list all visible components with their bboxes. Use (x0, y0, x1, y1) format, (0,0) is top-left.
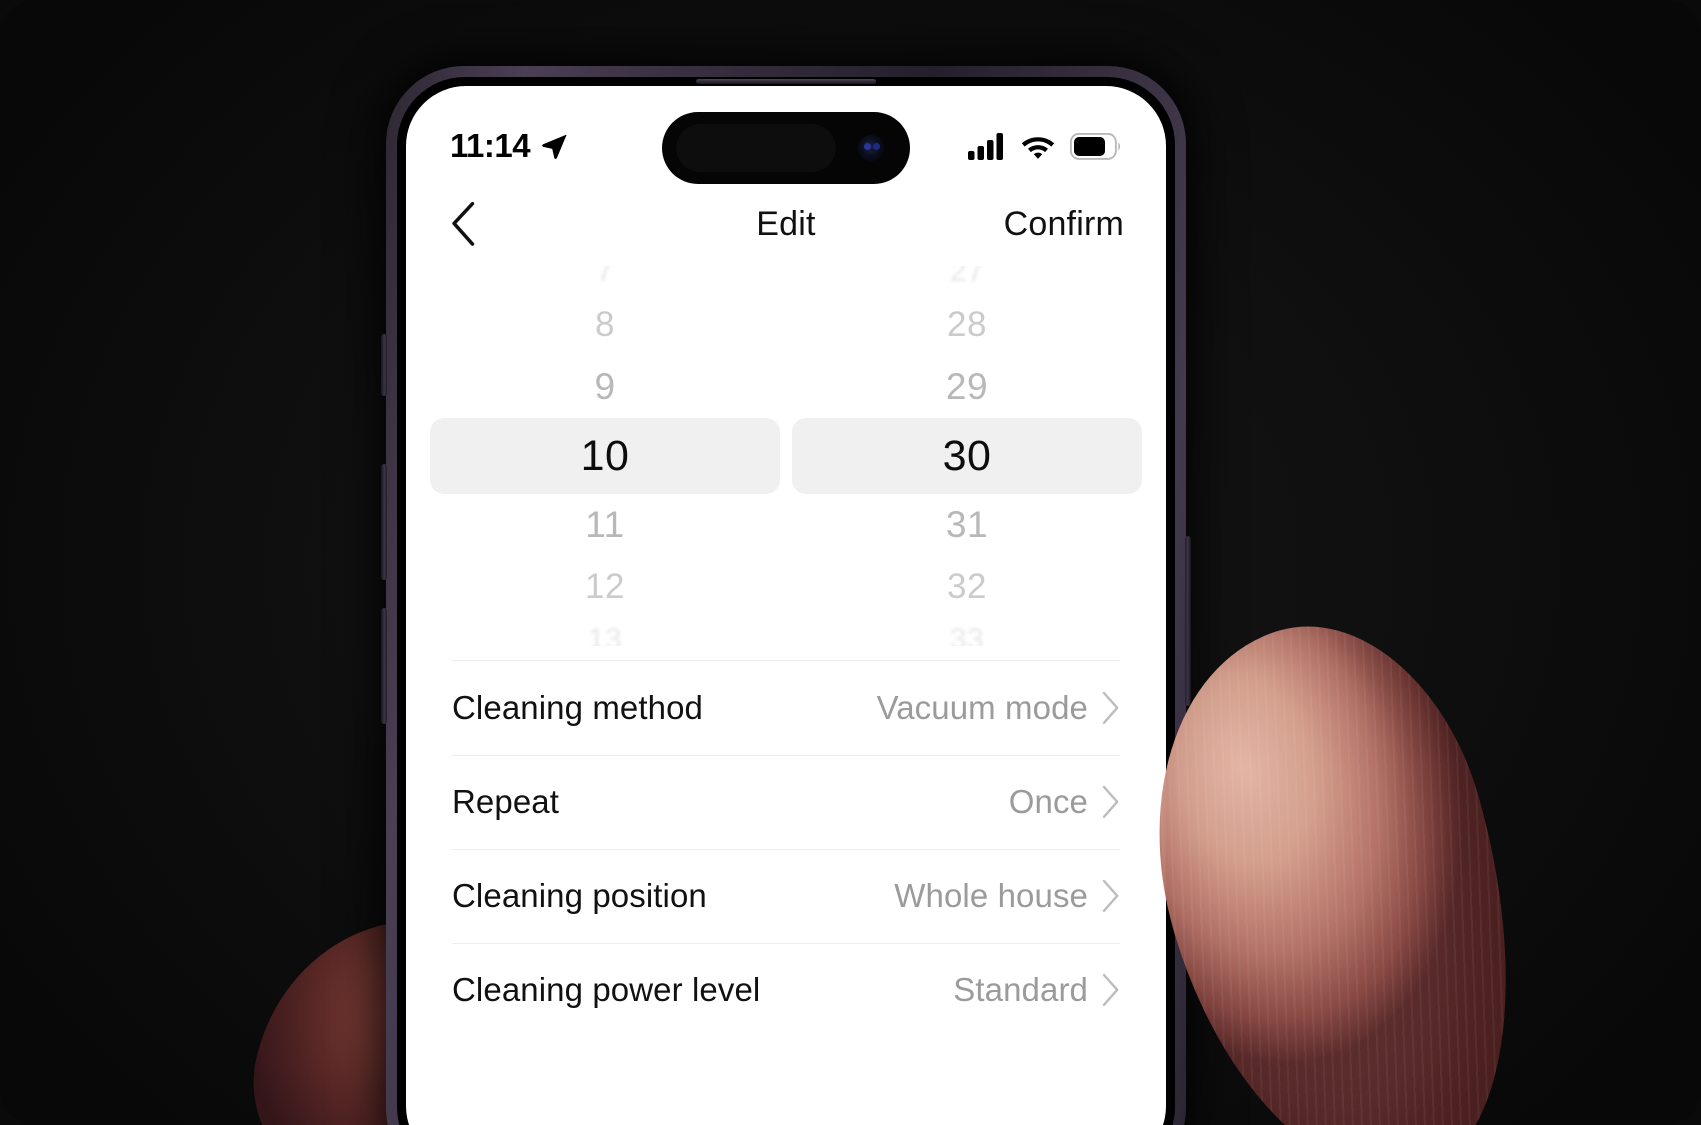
chevron-right-icon (1102, 785, 1119, 818)
status-time: 11:14 (450, 127, 531, 164)
hour-option-selected[interactable]: 10 (424, 418, 786, 494)
row-cleaning-power-level[interactable]: Cleaning power level Standard (452, 943, 1120, 1037)
minute-option[interactable]: 31 (786, 494, 1148, 556)
row-label: Cleaning power level (452, 971, 761, 1008)
scene: 11:14 Edit Confirm 7 8 9 10 11 12 13 27 … (0, 0, 1701, 1125)
row-value: Standard (953, 971, 1088, 1008)
hour-wheel[interactable]: 7 8 9 10 11 12 13 (424, 266, 786, 646)
hour-option[interactable]: 11 (424, 494, 786, 556)
status-bar-left: 11:14 (450, 127, 569, 165)
row-right: Once (1009, 783, 1120, 821)
time-picker: 7 8 9 10 11 12 13 27 28 29 30 31 32 33 (406, 266, 1166, 646)
hour-option[interactable]: 7 (424, 266, 786, 294)
settings-list: Cleaning method Vacuum mode Repeat Once (406, 660, 1166, 1037)
row-repeat[interactable]: Repeat Once (452, 755, 1120, 849)
minute-wheel-list: 27 28 29 30 31 32 33 (786, 266, 1148, 646)
row-label: Repeat (452, 783, 560, 820)
row-cleaning-position[interactable]: Cleaning position Whole house (452, 849, 1120, 943)
minute-option[interactable]: 29 (786, 356, 1148, 418)
row-cleaning-method[interactable]: Cleaning method Vacuum mode (452, 661, 1120, 755)
battery-icon (1070, 132, 1121, 160)
row-value: Vacuum mode (876, 689, 1088, 726)
row-value: Once (1008, 783, 1088, 820)
status-bar-right (968, 132, 1122, 160)
location-arrow-icon (542, 134, 567, 159)
row-right: Whole house (894, 877, 1120, 915)
status-bar: 11:14 (406, 86, 1166, 184)
minute-option[interactable]: 27 (786, 266, 1148, 294)
silent-switch[interactable] (381, 334, 387, 396)
minute-option-selected[interactable]: 30 (786, 418, 1148, 494)
volume-down-button[interactable] (381, 608, 387, 724)
hour-wheel-list: 7 8 9 10 11 12 13 (424, 266, 786, 646)
volume-up-button[interactable] (381, 464, 387, 580)
earpiece-speaker (696, 79, 876, 84)
phone-screen: 11:14 Edit Confirm 7 8 9 10 11 12 13 27 … (406, 86, 1166, 1125)
phone-bezel: 11:14 Edit Confirm 7 8 9 10 11 12 13 27 … (397, 77, 1175, 1125)
cellular-bars-icon (968, 133, 1003, 160)
hour-option[interactable]: 13 (424, 618, 786, 646)
minute-option[interactable]: 28 (786, 294, 1148, 356)
hour-option[interactable]: 12 (424, 556, 786, 618)
minute-wheel[interactable]: 27 28 29 30 31 32 33 (786, 266, 1148, 646)
power-button[interactable] (1185, 536, 1191, 706)
row-value: Whole house (894, 877, 1088, 914)
row-label: Cleaning position (452, 877, 707, 914)
chevron-right-icon (1102, 973, 1119, 1006)
minute-option[interactable]: 32 (786, 556, 1148, 618)
chevron-right-icon (1102, 879, 1119, 912)
chevron-right-icon (1102, 691, 1119, 724)
hour-option[interactable]: 9 (424, 356, 786, 418)
nav-bar: Edit Confirm (406, 182, 1166, 266)
row-label: Cleaning method (452, 689, 703, 726)
front-camera-icon (858, 135, 884, 161)
row-right: Vacuum mode (877, 689, 1120, 727)
dynamic-island-pill (676, 124, 836, 172)
hour-option[interactable]: 8 (424, 294, 786, 356)
minute-option[interactable]: 33 (786, 618, 1148, 646)
wifi-icon (1021, 136, 1055, 159)
dynamic-island (662, 112, 910, 184)
phone-device: 11:14 Edit Confirm 7 8 9 10 11 12 13 27 … (381, 66, 1191, 1125)
confirm-button[interactable]: Confirm (1004, 205, 1124, 244)
row-right: Standard (953, 971, 1120, 1009)
